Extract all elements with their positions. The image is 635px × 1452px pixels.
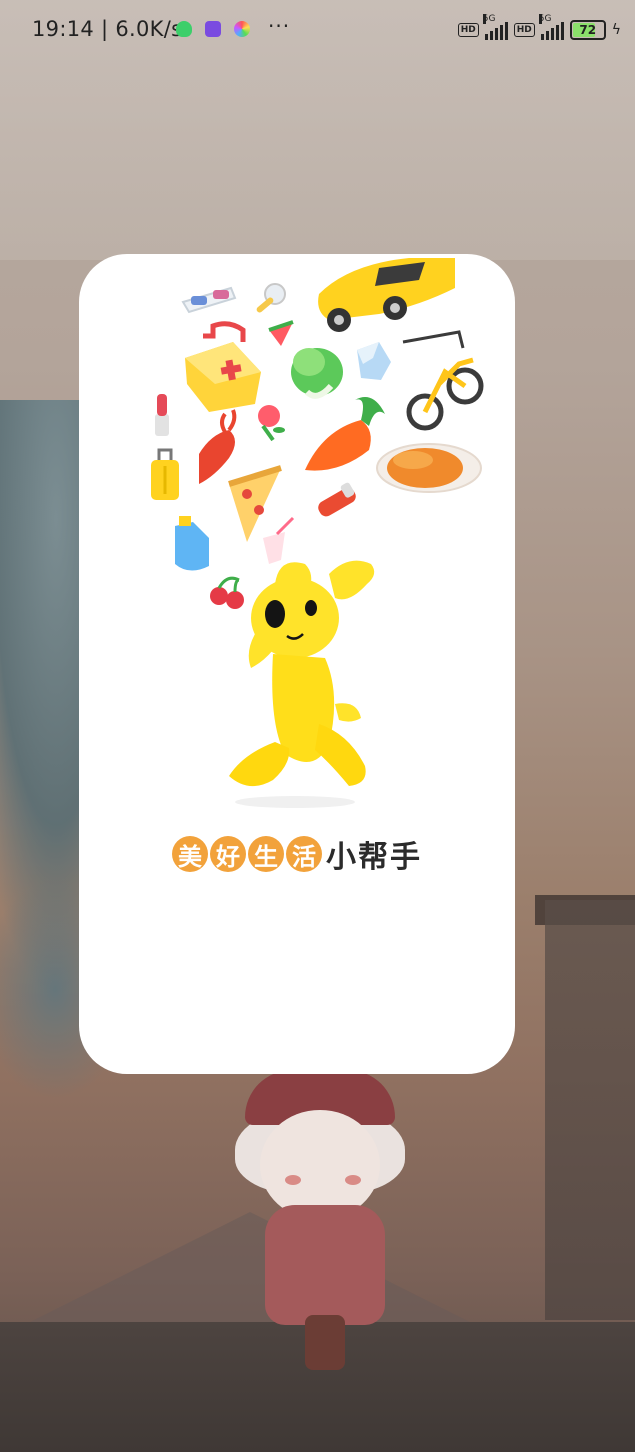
more-notifications-icon: ··· bbox=[268, 14, 291, 38]
lipstick-icon bbox=[155, 394, 169, 436]
watermelon-icon bbox=[268, 320, 294, 346]
battery-icon: 72 bbox=[569, 20, 606, 40]
wallpaper-tower bbox=[545, 900, 635, 1320]
status-indicators: HD 5G HD 5G 72 ϟ bbox=[457, 14, 621, 42]
soda-can-icon bbox=[318, 482, 356, 517]
splash-tagline: 美 好 生 活 小帮手 bbox=[79, 832, 515, 876]
roast-chicken-icon bbox=[376, 443, 482, 493]
app-notification-icon bbox=[205, 21, 221, 37]
rose-icon bbox=[258, 405, 285, 442]
splash-card: 美 好 生 活 小帮手 bbox=[79, 254, 515, 1074]
battery-level: 72 bbox=[579, 23, 597, 37]
wallpaper-character bbox=[225, 1070, 425, 1370]
detergent-bottle-icon bbox=[175, 516, 209, 571]
hd-badge-2: HD bbox=[513, 23, 535, 37]
charging-icon: ϟ bbox=[611, 22, 621, 38]
status-bar: 19:14 | 6.0K/s ··· HD 5G HD 5G 72 ϟ bbox=[0, 0, 635, 60]
bicycle-icon bbox=[402, 330, 484, 431]
first-aid-kit-icon bbox=[185, 321, 261, 412]
tagline-char-4: 活 bbox=[286, 836, 322, 872]
pizza-slice-icon bbox=[228, 465, 282, 542]
taxi-car-icon bbox=[318, 258, 455, 332]
tagline-char-1: 美 bbox=[172, 836, 208, 872]
shield-icon bbox=[176, 21, 192, 37]
tagline-char-3: 生 bbox=[248, 836, 284, 872]
splash-illustration bbox=[151, 258, 484, 808]
milk-carton-icon bbox=[357, 342, 391, 380]
carrot-icon bbox=[305, 397, 385, 471]
tagline-char-2: 好 bbox=[210, 836, 246, 872]
luggage-icon bbox=[151, 448, 179, 500]
mascot-character bbox=[229, 560, 375, 808]
sunglasses-icon bbox=[181, 286, 237, 314]
drink-cup-icon bbox=[263, 516, 295, 564]
gallery-notification-icon bbox=[234, 21, 250, 37]
hand-fan-icon bbox=[256, 283, 286, 313]
tagline-suffix: 小帮手 bbox=[326, 840, 422, 875]
cherry-icon bbox=[210, 576, 244, 609]
hd-badge: HD bbox=[457, 23, 479, 37]
signal-icon-2: 5G bbox=[538, 14, 564, 40]
crayfish-icon bbox=[199, 409, 237, 484]
status-time: 19:14 | 6.0K/s bbox=[32, 17, 183, 41]
signal-icon: 5G bbox=[482, 14, 508, 40]
lettuce-icon bbox=[291, 348, 343, 399]
